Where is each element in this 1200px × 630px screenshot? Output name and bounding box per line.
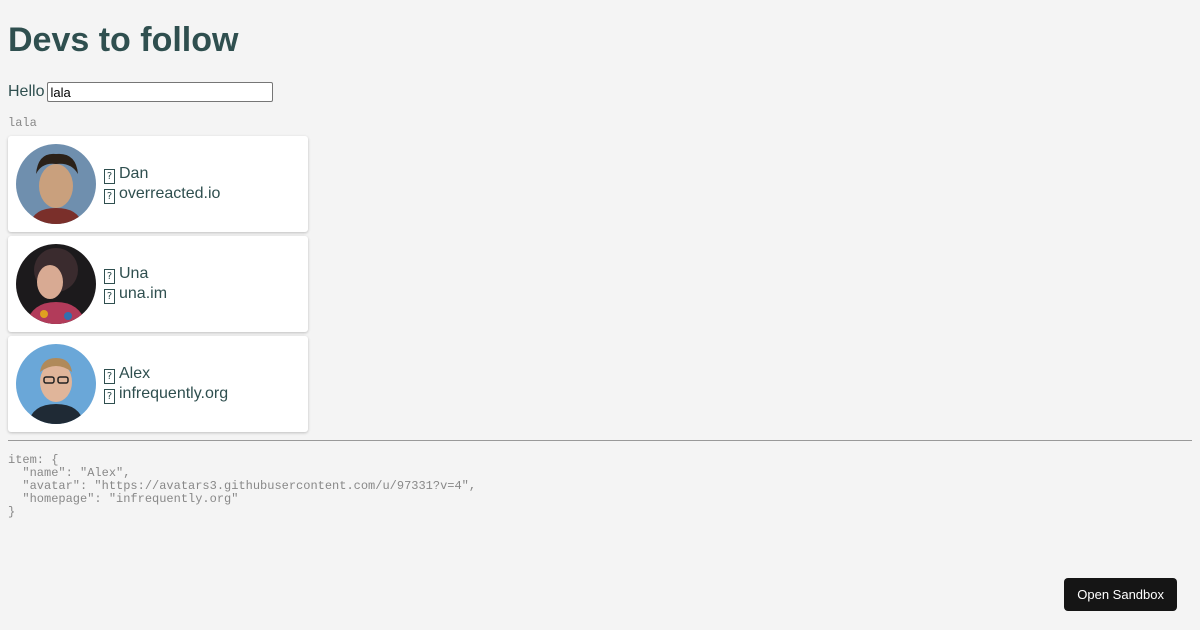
- avatar-image: [16, 244, 96, 324]
- dev-homepage-row: ? infrequently.org: [104, 384, 228, 404]
- person-icon: ?: [104, 369, 115, 384]
- dev-info: ? Alex ? infrequently.org: [104, 364, 228, 404]
- dev-card-dan[interactable]: ? Dan ? overreacted.io: [8, 136, 308, 232]
- greeting-label: Hello: [8, 83, 45, 100]
- avatar-image: [16, 144, 96, 224]
- avatar: [16, 144, 96, 224]
- debug-line: "name": "Alex",: [8, 466, 131, 480]
- person-icon: ?: [104, 269, 115, 284]
- dev-name: Dan: [119, 165, 149, 182]
- dev-homepage-row: ? una.im: [104, 284, 167, 304]
- name-input[interactable]: [47, 82, 274, 102]
- dev-homepage[interactable]: overreacted.io: [119, 185, 220, 202]
- dev-card-alex[interactable]: ? Alex ? infrequently.org: [8, 336, 308, 432]
- dev-name: Una: [119, 265, 149, 282]
- dev-list: ? Dan ? overreacted.io ? Una ? una.im ? …: [8, 136, 1192, 432]
- dev-info: ? Una ? una.im: [104, 264, 167, 304]
- dev-homepage[interactable]: una.im: [119, 285, 167, 302]
- link-icon: ?: [104, 389, 115, 404]
- debug-output: item: { "name": "Alex", "avatar": "https…: [8, 454, 1192, 519]
- greeting-row: Hello: [8, 81, 1192, 103]
- dev-name-row: ? Una: [104, 264, 167, 284]
- dev-card-una[interactable]: ? Una ? una.im: [8, 236, 308, 332]
- page: Devs to follow Hello lala ? Dan ? overreac…: [0, 0, 1200, 630]
- dev-name-row: ? Alex: [104, 364, 228, 384]
- link-icon: ?: [104, 289, 115, 304]
- dev-name: Alex: [119, 365, 151, 382]
- debug-line: "homepage": "infrequently.org": [8, 492, 239, 506]
- link-icon: ?: [104, 189, 115, 204]
- page-title: Devs to follow: [8, 21, 239, 59]
- debug-line: }: [8, 505, 16, 519]
- debug-line: item: {: [8, 453, 59, 467]
- input-echo: lala: [8, 116, 37, 130]
- person-icon: ?: [104, 169, 115, 184]
- dev-name-row: ? Dan: [104, 164, 220, 184]
- avatar: [16, 244, 96, 324]
- avatar-image: [16, 344, 96, 424]
- dev-info: ? Dan ? overreacted.io: [104, 164, 220, 204]
- open-sandbox-button[interactable]: Open Sandbox: [1064, 578, 1177, 611]
- avatar: [16, 344, 96, 424]
- dev-homepage-row: ? overreacted.io: [104, 184, 220, 204]
- divider: [8, 440, 1192, 441]
- dev-homepage[interactable]: infrequently.org: [119, 385, 228, 402]
- debug-line: "avatar": "https://avatars3.githubuserco…: [8, 479, 477, 493]
